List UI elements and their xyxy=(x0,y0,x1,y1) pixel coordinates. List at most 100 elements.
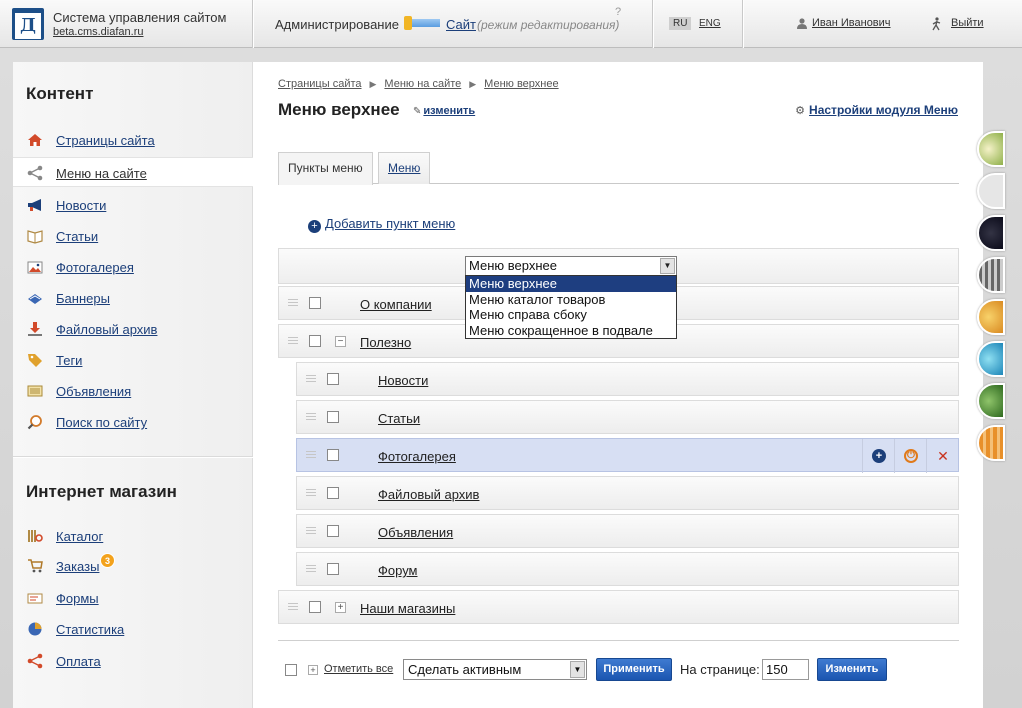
per-page-input[interactable]: 150 xyxy=(762,659,809,680)
expand-icon[interactable]: + xyxy=(335,602,346,613)
row-checkbox[interactable] xyxy=(309,297,321,309)
power-icon: ⏻ xyxy=(904,449,918,463)
menu-item-link[interactable]: Новости xyxy=(378,373,428,388)
row-checkbox[interactable] xyxy=(327,449,339,461)
menu-select[interactable]: Меню верхнее ▼ xyxy=(465,256,677,276)
theme-thumbnail[interactable] xyxy=(977,341,1005,377)
menu-item-link[interactable]: Статьи xyxy=(378,411,420,426)
site-link[interactable]: Сайт xyxy=(446,17,476,32)
delete-button[interactable]: ✕ xyxy=(926,439,958,473)
row-checkbox[interactable] xyxy=(327,373,339,385)
row-checkbox[interactable] xyxy=(327,411,339,423)
table-row[interactable]: Объявления xyxy=(296,514,959,548)
row-checkbox[interactable] xyxy=(327,563,339,575)
sidebar-item-forms[interactable]: Формы xyxy=(13,583,253,613)
sidebar-item-catalog[interactable]: Каталог xyxy=(13,521,253,551)
table-row[interactable]: Статьи xyxy=(296,400,959,434)
drag-handle[interactable] xyxy=(306,527,316,536)
sidebar-item-gallery[interactable]: Фотогалерея xyxy=(13,252,253,282)
sidebar-item-banners[interactable]: Баннеры xyxy=(13,283,253,313)
theme-thumbnail[interactable] xyxy=(977,173,1005,209)
row-checkbox[interactable] xyxy=(309,335,321,347)
select-all-link[interactable]: Отметить все xyxy=(324,663,393,675)
change-button[interactable]: Изменить xyxy=(817,658,887,681)
table-row[interactable]: Форум xyxy=(296,552,959,586)
table-row[interactable]: + Наши магазины xyxy=(278,590,959,624)
add-menu-item-link[interactable]: + Добавить пункт меню xyxy=(308,216,455,233)
theme-thumbnail[interactable] xyxy=(977,299,1005,335)
sidebar-item-ads[interactable]: Объявления xyxy=(13,376,253,406)
sidebar-item-pages[interactable]: Страницы сайта xyxy=(13,125,253,155)
megaphone-icon xyxy=(28,199,41,211)
dropdown-option[interactable]: Меню верхнее xyxy=(466,276,676,292)
drag-handle[interactable] xyxy=(306,565,316,574)
add-child-button[interactable]: + xyxy=(862,439,894,473)
sidebar-item-search[interactable]: Поиск по сайту xyxy=(13,407,253,437)
breadcrumb-item[interactable]: Страницы сайта xyxy=(278,78,362,90)
drag-handle[interactable] xyxy=(288,603,298,612)
menu-item-link[interactable]: Наши магазины xyxy=(360,601,455,616)
menu-item-link[interactable]: Форум xyxy=(378,563,418,578)
mode-toggle[interactable] xyxy=(404,16,440,30)
apply-button[interactable]: Применить xyxy=(596,658,672,681)
table-row[interactable]: Файловый архив xyxy=(296,476,959,510)
drag-handle[interactable] xyxy=(306,489,316,498)
dropdown-option[interactable]: Меню каталог товаров xyxy=(466,292,676,308)
dropdown-option[interactable]: Меню сокращенное в подвале xyxy=(466,323,676,339)
tab-menu-items[interactable]: Пункты меню xyxy=(278,152,373,185)
theme-thumbnail[interactable] xyxy=(977,257,1005,293)
table-row[interactable]: Новости xyxy=(296,362,959,396)
drag-handle[interactable] xyxy=(288,337,298,346)
module-settings-link[interactable]: ⚙ Настройки модуля Меню xyxy=(795,103,958,117)
sidebar-item-stats[interactable]: Статистика xyxy=(13,614,253,644)
dropdown-option[interactable]: Меню справа сбоку xyxy=(466,307,676,323)
expand-all-icon[interactable]: + xyxy=(308,665,318,675)
bulk-action-value: Сделать активным xyxy=(408,662,522,677)
row-checkbox[interactable] xyxy=(327,525,339,537)
theme-thumbnail[interactable] xyxy=(977,383,1005,419)
exit-link[interactable]: Выйти xyxy=(951,17,984,29)
diafan-logo[interactable]: Д xyxy=(12,8,44,40)
user-name-link[interactable]: Иван Иванович xyxy=(812,17,891,29)
sidebar-item-label: Файловый архив xyxy=(56,322,158,337)
edit-title-link[interactable]: ✎ изменить xyxy=(413,105,475,117)
sidebar-item-tags[interactable]: Теги xyxy=(13,345,253,375)
drag-handle[interactable] xyxy=(288,299,298,308)
menu-item-link[interactable]: О компании xyxy=(360,297,432,312)
breadcrumb-item[interactable]: Меню на сайте xyxy=(384,78,461,90)
bulk-action-select[interactable]: Сделать активным ▼ xyxy=(403,659,587,680)
divider xyxy=(652,0,653,48)
menu-item-link[interactable]: Полезно xyxy=(360,335,411,350)
theme-thumbnail[interactable] xyxy=(977,425,1005,461)
collapse-icon[interactable]: − xyxy=(335,336,346,347)
sidebar-item-orders[interactable]: Заказы 3 xyxy=(13,551,253,581)
row-checkbox[interactable] xyxy=(309,601,321,613)
menu-item-link[interactable]: Фотогалерея xyxy=(378,449,456,464)
drag-handle[interactable] xyxy=(306,451,316,460)
theme-thumbnail[interactable] xyxy=(977,131,1005,167)
menu-item-link[interactable]: Объявления xyxy=(378,525,453,540)
row-checkbox[interactable] xyxy=(327,487,339,499)
drag-handle[interactable] xyxy=(306,375,316,384)
theme-thumbnail[interactable] xyxy=(977,215,1005,251)
toggle-active-button[interactable]: ⏻ xyxy=(894,439,926,473)
site-url-link[interactable]: beta.cms.diafan.ru xyxy=(53,26,144,38)
per-page-label: На странице: xyxy=(680,662,760,677)
sidebar-item-payment[interactable]: Оплата xyxy=(13,646,253,676)
sidebar-item-articles[interactable]: Статьи xyxy=(13,221,253,251)
chevron-down-icon: ▼ xyxy=(570,661,585,678)
lang-ru-button[interactable]: RU xyxy=(669,17,692,30)
breadcrumb-item[interactable]: Меню верхнее xyxy=(484,78,558,90)
tab-menu[interactable]: Меню xyxy=(378,152,431,184)
menu-item-link[interactable]: Файловый архив xyxy=(378,487,479,502)
drag-handle[interactable] xyxy=(306,413,316,422)
sidebar-item-menu[interactable]: Меню на сайте xyxy=(13,157,265,187)
select-all-checkbox[interactable] xyxy=(285,664,297,676)
sidebar-item-files[interactable]: Файловый архив xyxy=(13,314,253,344)
lang-en-link[interactable]: ENG xyxy=(699,18,721,29)
table-row-selected[interactable]: Фотогалерея + ⏻ ✕ xyxy=(296,438,959,473)
help-icon[interactable]: ? xyxy=(615,6,621,18)
sidebar-item-news[interactable]: Новости xyxy=(13,190,253,220)
exit-icon[interactable] xyxy=(930,17,944,31)
sidebar-item-label: Статьи xyxy=(56,229,99,244)
